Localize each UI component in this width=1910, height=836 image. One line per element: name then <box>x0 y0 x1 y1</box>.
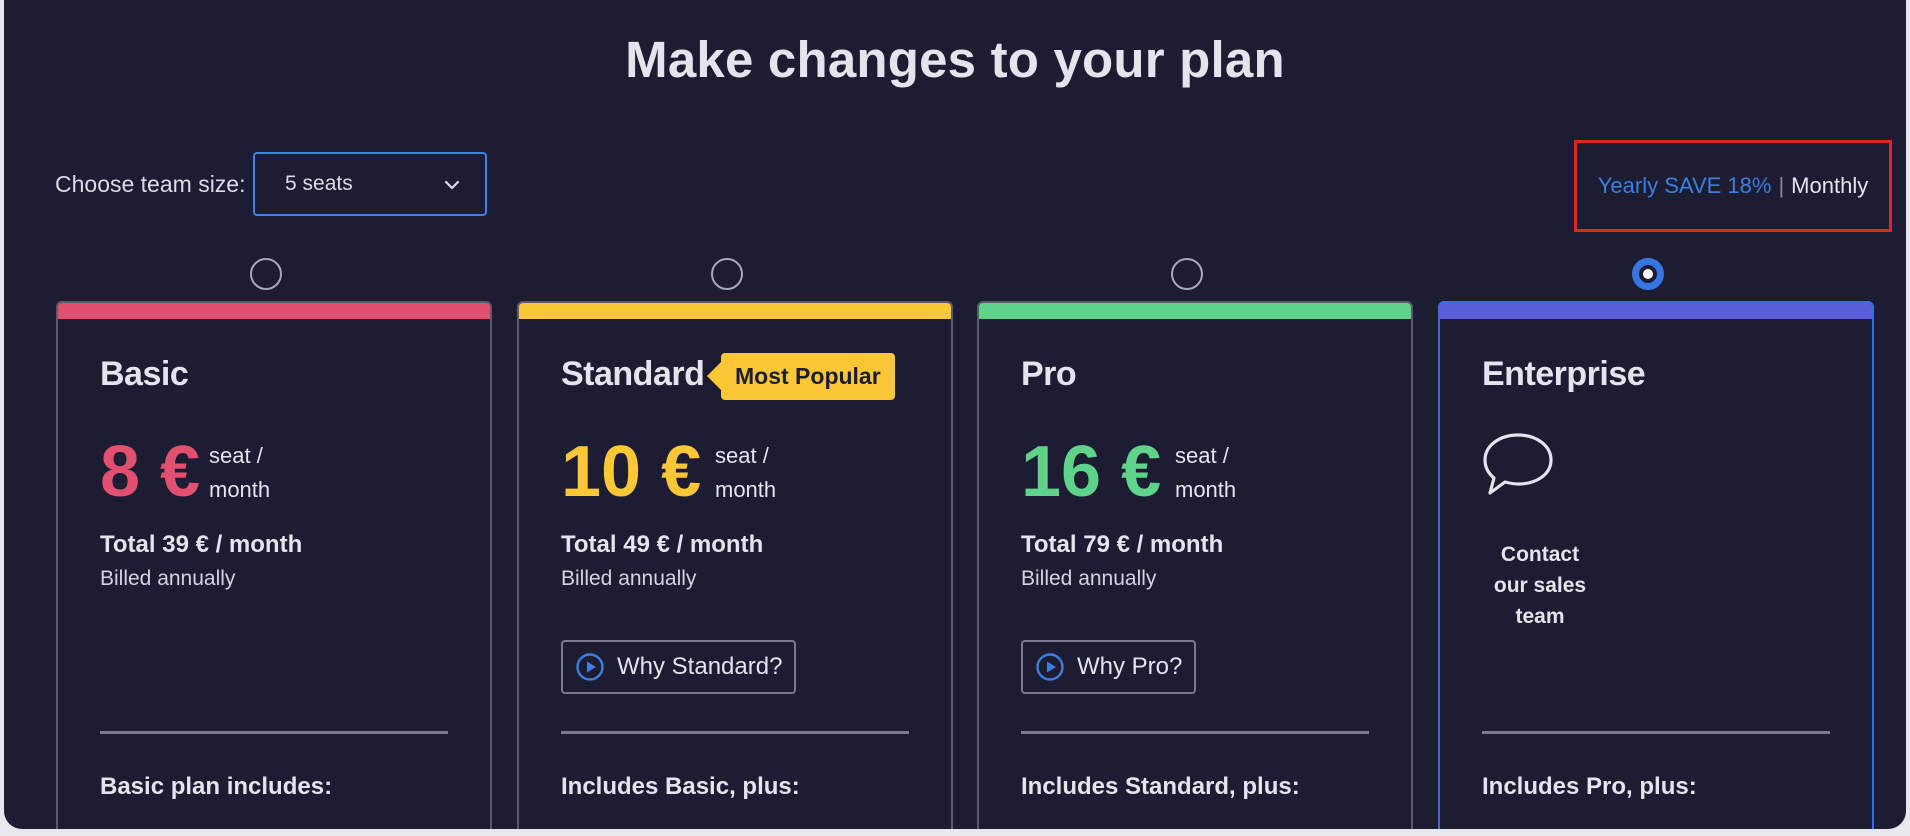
billing-monthly-option[interactable]: Monthly <box>1791 173 1868 199</box>
plan-price-unit: seat / month <box>715 443 777 502</box>
plan-radio-enterprise[interactable] <box>1632 258 1664 290</box>
chevron-down-icon <box>444 180 460 190</box>
plan-includes-heading: Includes Basic, plus: <box>561 773 800 800</box>
divider <box>1482 731 1830 734</box>
plan-card-enterprise[interactable]: Enterprise Contact our sales team Includ… <box>1438 301 1874 829</box>
billing-period-toggle: Yearly SAVE 18% | Monthly <box>1574 140 1892 232</box>
plan-card-pro[interactable]: Pro 16 € seat / month Total 79 € / month… <box>977 301 1413 829</box>
plan-includes-heading: Includes Pro, plus: <box>1482 773 1697 800</box>
divider <box>100 731 448 734</box>
plan-billing-note: Billed annually <box>561 567 697 590</box>
plan-name: Enterprise <box>1482 355 1646 393</box>
divider <box>1021 731 1369 734</box>
speech-bubble-icon <box>1483 433 1553 495</box>
team-size-label: Choose team size: <box>55 171 246 197</box>
plan-accent-bar <box>979 303 1411 319</box>
most-popular-badge: Most Popular <box>707 353 895 400</box>
team-size-value: 5 seats <box>285 172 353 195</box>
team-size-dropdown[interactable]: 5 seats <box>253 152 487 216</box>
plan-name: Basic <box>100 355 189 393</box>
play-circle-icon <box>1036 653 1064 681</box>
plan-name: Pro <box>1021 355 1077 393</box>
plan-includes-heading: Basic plan includes: <box>100 773 333 800</box>
plan-billing-note: Billed annually <box>1021 567 1157 590</box>
plan-includes-heading: Includes Standard, plus: <box>1021 773 1300 800</box>
plan-accent-bar <box>58 303 490 319</box>
plan-price: 16 € <box>1021 432 1162 512</box>
plan-price-unit: seat / month <box>1175 443 1237 502</box>
plan-radio-basic[interactable] <box>250 258 282 290</box>
play-circle-icon <box>576 653 604 681</box>
billing-yearly-option[interactable]: Yearly SAVE 18% <box>1598 173 1772 199</box>
plan-total: Total 49 € / month <box>561 531 764 558</box>
why-button-label: Why Standard? <box>617 653 783 680</box>
plan-panel: Make changes to your plan Choose team si… <box>4 0 1906 829</box>
plan-price-unit: seat / month <box>209 443 271 502</box>
plan-card-basic[interactable]: Basic 8 € seat / month Total 39 € / mont… <box>56 301 492 829</box>
plan-radio-standard[interactable] <box>711 258 743 290</box>
plan-total: Total 79 € / month <box>1021 531 1224 558</box>
plan-price: 10 € <box>561 432 702 512</box>
plan-total: Total 39 € / month <box>100 531 303 558</box>
billing-separator: | <box>1778 173 1785 198</box>
plan-billing-note: Billed annually <box>100 567 236 590</box>
plan-accent-bar <box>519 303 951 319</box>
plan-radio-pro[interactable] <box>1171 258 1203 290</box>
why-pro-button[interactable]: Why Pro? <box>1021 640 1197 694</box>
plan-card-standard[interactable]: Standard Most Popular 10 € seat / month … <box>517 301 953 829</box>
contact-sales-text: Contact our sales team <box>1493 543 1587 628</box>
plan-accent-bar <box>1440 303 1872 319</box>
plan-price: 8 € <box>100 432 201 512</box>
why-button-label: Why Pro? <box>1077 653 1183 680</box>
why-standard-button[interactable]: Why Standard? <box>561 640 797 694</box>
page-title: Make changes to your plan <box>625 31 1285 88</box>
plan-name: Standard <box>561 355 705 393</box>
divider <box>561 731 909 734</box>
